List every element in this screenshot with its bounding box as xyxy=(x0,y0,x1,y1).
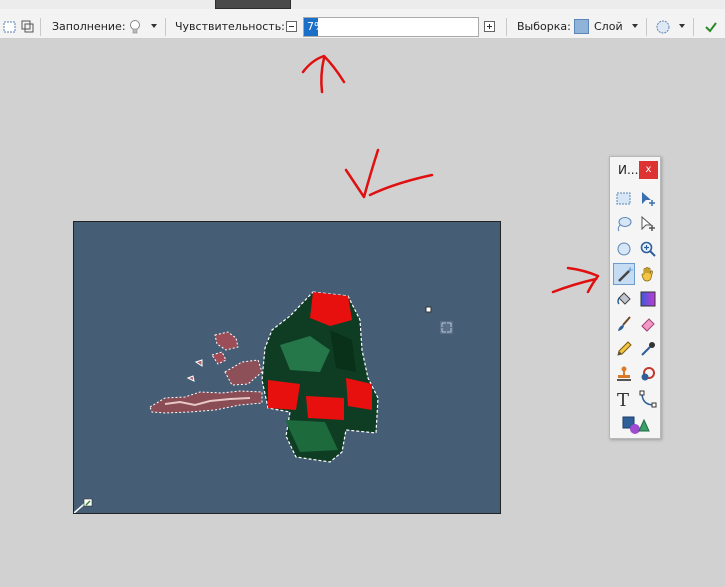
gradient-icon[interactable] xyxy=(637,288,659,310)
rectangle-select-icon[interactable] xyxy=(613,188,635,210)
selection-marquee xyxy=(73,221,501,514)
lasso-select-icon[interactable] xyxy=(613,213,635,235)
pencil-icon[interactable] xyxy=(613,338,635,360)
close-button[interactable]: x xyxy=(639,161,658,179)
shapes-icon[interactable] xyxy=(620,413,650,435)
line-curve-icon[interactable] xyxy=(637,388,659,410)
magic-wand-icon[interactable] xyxy=(613,263,635,285)
clone-stamp-icon[interactable] xyxy=(613,363,635,385)
close-icon: x xyxy=(645,164,652,175)
tools-panel: И... x T xyxy=(609,156,661,439)
paintbrush-icon[interactable] xyxy=(613,313,635,335)
tools-panel-title: И... xyxy=(618,163,639,177)
move-selected-icon[interactable] xyxy=(637,188,659,210)
text-icon[interactable]: T xyxy=(613,388,635,410)
recolor-icon[interactable] xyxy=(637,363,659,385)
color-picker-icon[interactable] xyxy=(637,338,659,360)
svg-text:T: T xyxy=(617,390,629,408)
eraser-icon[interactable] xyxy=(637,313,659,335)
move-selection-icon[interactable] xyxy=(637,213,659,235)
ellipse-select-icon[interactable] xyxy=(613,238,635,260)
zoom-icon[interactable] xyxy=(637,238,659,260)
pan-hand-icon[interactable] xyxy=(637,263,659,285)
paint-bucket-icon[interactable] xyxy=(613,288,635,310)
